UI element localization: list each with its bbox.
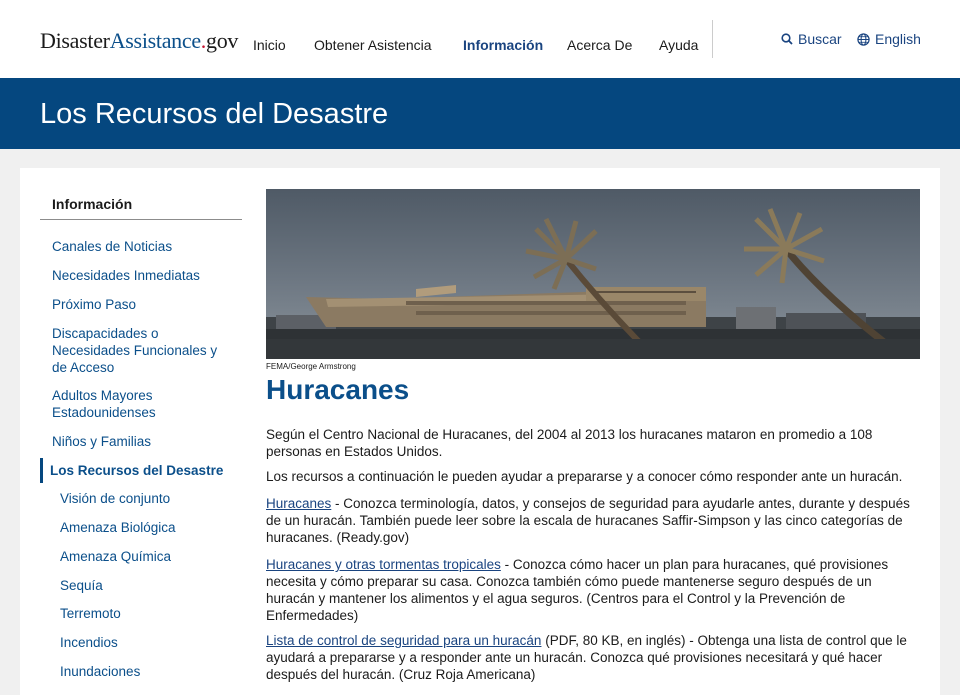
sidebar-item-ninos-y-familias[interactable]: Niños y Familias <box>52 433 232 450</box>
nav-ayuda[interactable]: Ayuda <box>659 37 698 53</box>
lead-paragraph: Los recursos a continuación le pueden ay… <box>266 469 903 484</box>
globe-icon <box>857 32 870 46</box>
sidebar-heading: Información <box>52 196 133 212</box>
sidebar-subitem-amenaza-biologica[interactable]: Amenaza Biológica <box>60 520 176 535</box>
resource-link-tormentas-tropicales[interactable]: Huracanes y otras tormentas tropicales <box>266 557 501 572</box>
intro-paragraph: Según el Centro Nacional de Huracanes, d… <box>266 427 873 459</box>
page-banner: Los Recursos del Desastre <box>0 78 960 149</box>
article-title: Huracanes <box>266 374 410 405</box>
sidebar-item-canales-de-noticias[interactable]: Canales de Noticias <box>52 238 232 255</box>
resource-description: - Conozca terminología, datos, y consejo… <box>266 496 910 545</box>
image-credit: FEMA/George Armstrong <box>266 362 356 371</box>
nav-divider <box>712 20 713 58</box>
search-button[interactable]: Buscar <box>781 31 842 47</box>
sidebar-item-necesidades-inmediatas[interactable]: Necesidades Inmediatas <box>52 267 232 284</box>
sidebar-item-adultos-mayores[interactable]: Adultos Mayores Estadounidenses <box>52 387 232 421</box>
resource-link-lista-de-control[interactable]: Lista de control de seguridad para un hu… <box>266 633 541 648</box>
nav-obtener-asistencia[interactable]: Obtener Asistencia <box>314 37 432 53</box>
sidebar-divider <box>40 219 242 220</box>
sidebar-subitem-amenaza-quimica[interactable]: Amenaza Química <box>60 549 171 564</box>
sidebar-item-proximo-paso[interactable]: Próximo Paso <box>52 296 232 313</box>
sidebar-subitem-inundaciones[interactable]: Inundaciones <box>60 664 140 679</box>
nav-acerca-de[interactable]: Acerca De <box>567 37 632 53</box>
resource-link-huracanes[interactable]: Huracanes <box>266 496 331 511</box>
resource-item: Huracanes y otras tormentas tropicales -… <box>266 556 920 624</box>
search-label: Buscar <box>798 31 842 47</box>
sidebar-subitem-vision-de-conjunto[interactable]: Visión de conjunto <box>60 491 170 506</box>
sidebar-subitem-sequia[interactable]: Sequía <box>60 578 103 593</box>
site-logo[interactable]: DisasterAssistance.gov <box>40 28 238 54</box>
language-toggle[interactable]: English <box>857 31 921 47</box>
sidebar-item-discapacidades[interactable]: Discapacidades o Necesidades Funcionales… <box>52 325 232 376</box>
language-label: English <box>875 31 921 47</box>
sidebar-item-los-recursos-del-desastre[interactable]: Los Recursos del Desastre <box>50 462 230 479</box>
resource-item: Huracanes - Conozca terminología, datos,… <box>266 495 920 546</box>
sidebar-active-indicator <box>40 458 43 483</box>
hero-image <box>266 189 920 359</box>
resource-item: Lista de control de seguridad para un hu… <box>266 632 920 683</box>
site-header: DisasterAssistance.gov Inicio Obtener As… <box>0 0 960 78</box>
sidebar-subitem-terremoto[interactable]: Terremoto <box>60 606 121 621</box>
nav-informacion[interactable]: Información <box>463 37 543 53</box>
sidebar-subitem-incendios[interactable]: Incendios <box>60 635 118 650</box>
page-title: Los Recursos del Desastre <box>40 98 389 130</box>
search-icon <box>781 33 793 45</box>
nav-inicio[interactable]: Inicio <box>253 37 286 53</box>
